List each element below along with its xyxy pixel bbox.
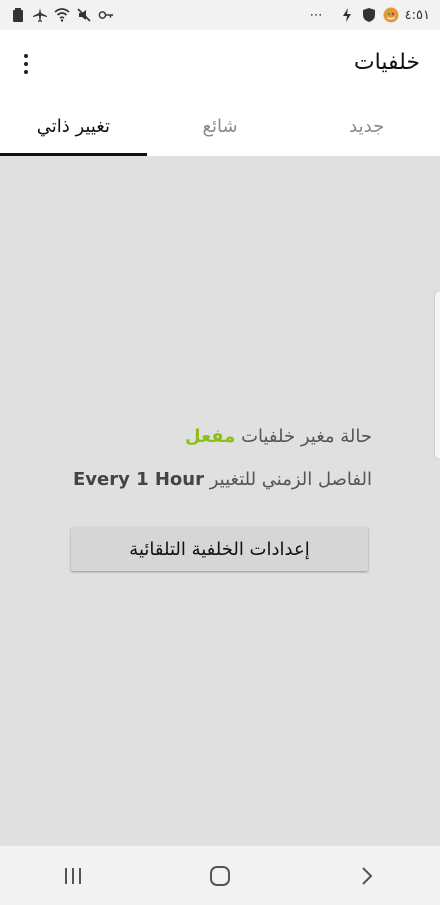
status-label: حالة مغير خلفيات xyxy=(241,426,372,447)
charging-icon xyxy=(339,7,355,23)
tab-bar: تغيير ذاتي شائع جديد xyxy=(0,96,440,156)
battery-icon xyxy=(10,7,26,23)
edge-panel-handle[interactable] xyxy=(434,290,440,460)
auto-wallpaper-settings-button[interactable]: إعدادات الخلفية التلقائية xyxy=(71,527,368,571)
app-notification-icon xyxy=(383,7,399,23)
status-icons-right: ⋯ ٤:٥١ xyxy=(300,7,440,23)
status-line: حالة مغير خلفيات مفعل xyxy=(185,426,372,447)
tab-popular[interactable]: شائع xyxy=(147,96,294,156)
app-bar: خلفيات xyxy=(0,30,440,96)
mute-icon xyxy=(76,7,92,23)
tab-new[interactable]: جديد xyxy=(293,96,440,156)
interval-value: Every 1 Hour xyxy=(72,469,204,490)
main-content: حالة مغير خلفيات مفعل الفاصل الزمني للتغ… xyxy=(0,156,440,846)
tab-auto-change[interactable]: تغيير ذاتي xyxy=(0,96,147,156)
airplane-mode-icon xyxy=(32,7,48,23)
key-icon xyxy=(98,7,114,23)
home-icon[interactable] xyxy=(190,856,250,896)
interval-label: الفاصل الزمني للتغيير xyxy=(209,469,372,490)
back-icon[interactable] xyxy=(337,856,397,896)
wifi-icon xyxy=(54,7,70,23)
more-notifications-indicator: ⋯ xyxy=(309,7,323,23)
status-bar: ⋯ ٤:٥١ xyxy=(0,0,440,30)
recents-icon[interactable] xyxy=(43,856,103,896)
interval-line: الفاصل الزمني للتغيير Every 1 Hour xyxy=(73,469,372,490)
clock: ٤:٥١ xyxy=(404,7,430,23)
system-nav-bar xyxy=(0,846,440,905)
status-icons-left xyxy=(0,7,124,23)
shield-icon xyxy=(361,7,377,23)
status-value: مفعل xyxy=(185,426,236,447)
page-title: خلفيات xyxy=(353,50,420,75)
overflow-menu-icon[interactable] xyxy=(16,52,36,76)
